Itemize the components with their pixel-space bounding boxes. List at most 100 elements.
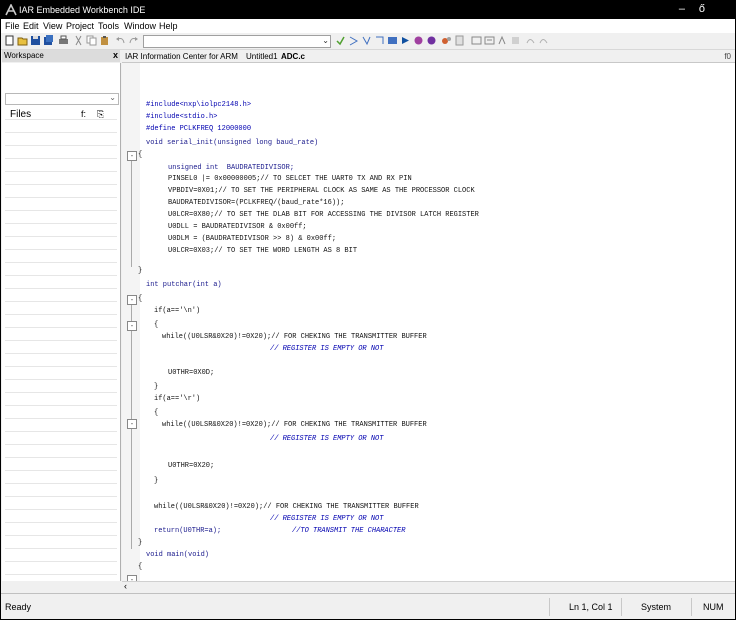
chevron-down-icon[interactable]: ⌄ [322, 36, 329, 45]
open-folder-icon[interactable] [17, 35, 28, 46]
compile-icon[interactable] [387, 35, 398, 46]
minimize-button[interactable]: – [679, 3, 685, 15]
code-line: } [154, 477, 159, 485]
function-navigator[interactable]: f0 [724, 52, 731, 61]
new-file-icon[interactable] [4, 35, 15, 46]
workspace-config-dropdown[interactable]: ⌄ [5, 93, 119, 105]
find-combo[interactable]: ⌄ [143, 35, 331, 48]
undo-icon[interactable] [115, 35, 126, 46]
toggle-breakpoint-icon[interactable] [471, 35, 482, 46]
code-line: { [138, 151, 143, 159]
iar-app-icon [5, 4, 17, 16]
code-line: { [154, 321, 159, 329]
code-line: { [154, 409, 159, 417]
code-line: // REGISTER IS EMPTY OR NOT [270, 515, 384, 523]
status-divider [621, 598, 622, 616]
code-line: while((U0LSR&0X20)!=0X20);// FOR CHEKING… [162, 421, 427, 429]
debug-icon[interactable] [413, 35, 424, 46]
code-line: U0THR=0X0D; [168, 369, 215, 377]
code-line: #define PCLKFREQ 12000000 [146, 125, 252, 133]
menu-bar: File Edit View Project Tools Window Help [1, 19, 735, 33]
stop-build-icon[interactable] [441, 35, 452, 46]
workspace-close-icon[interactable]: x [113, 50, 118, 60]
debug-no-download-icon[interactable] [426, 35, 437, 46]
tab-untitled1[interactable]: Untitled1 [246, 52, 278, 61]
code-line: } [138, 267, 143, 275]
status-num: NUM [703, 602, 724, 612]
paste-icon[interactable] [99, 35, 110, 46]
status-system: System [641, 602, 672, 612]
code-line: void main(void) [146, 551, 210, 559]
status-divider [691, 598, 692, 616]
scroll-left-icon[interactable]: ‹ [124, 581, 127, 591]
menu-project[interactable]: Project [66, 21, 94, 31]
make-icon[interactable] [400, 35, 411, 46]
goto-icon[interactable] [374, 35, 385, 46]
workspace-title: Workspace [4, 51, 44, 60]
toggle-bookmark-icon[interactable] [335, 35, 346, 46]
menu-window[interactable]: Window [124, 21, 156, 31]
print-icon[interactable] [58, 35, 69, 46]
tab-adc-c[interactable]: ADC.c [281, 52, 305, 61]
window-title: IAR Embedded Workbench IDE [19, 5, 146, 15]
cut-icon[interactable] [73, 35, 84, 46]
code-line: { [138, 295, 143, 303]
code-editor[interactable]: - - - - - #include<nxp\iolpc2148.h> #inc… [122, 63, 735, 585]
code-line: return(U0THR=a); [154, 527, 222, 535]
workspace-header: Workspace x [2, 50, 120, 62]
code-line: U0LCR=0X80;// TO SET THE DLAB BIT FOR AC… [168, 211, 479, 219]
code-line: U0DLL = BAUDRATEDIVISOR & 0x00ff; [168, 223, 307, 231]
build-status-icon: f: [81, 109, 87, 119]
menu-tools[interactable]: Tools [98, 21, 119, 31]
files-column-header: Files [10, 109, 32, 120]
status-bar: Ready Ln 1, Col 1 System NUM [1, 593, 735, 619]
menu-file[interactable]: File [5, 21, 20, 31]
code-line: while((U0LSR&0X20)!=0X20);// FOR CHEKING… [162, 333, 427, 341]
code-line: //TO TRANSMIT THE CHARACTER [292, 527, 406, 535]
status-divider [549, 598, 550, 616]
code-line: PINSEL0 |= 0x00000005;// TO SELCET THE U… [168, 175, 412, 183]
code-line: if(a=='\r') [154, 395, 201, 403]
next-bookmark-icon[interactable] [348, 35, 359, 46]
menu-view[interactable]: View [43, 21, 62, 31]
code-line: { [138, 563, 143, 571]
status-ready: Ready [5, 602, 32, 612]
code-line: void serial_init(unsigned long baud_rate… [146, 139, 319, 147]
code-line: U0THR=0X20; [168, 462, 215, 470]
menu-edit[interactable]: Edit [23, 21, 39, 31]
status-position: Ln 1, Col 1 [569, 602, 613, 612]
code-line: #include<nxp\iolpc2148.h> [146, 101, 252, 109]
prev-bookmark-icon[interactable] [361, 35, 372, 46]
save-icon[interactable] [30, 35, 41, 46]
ide-window: IAR Embedded Workbench IDE – ő File Edit… [0, 0, 736, 620]
workspace-file-tree[interactable]: Files f: ⎘ [5, 107, 117, 577]
restore-button[interactable]: ő [699, 3, 705, 15]
code-lines[interactable]: #include<nxp\iolpc2148.h> #include<stdio… [122, 63, 735, 581]
editor-tab-bar: IAR Information Center for ARM Untitled1… [122, 50, 735, 63]
code-line: } [138, 539, 143, 547]
workspace-panel: ⌄ Files f: ⎘ [2, 63, 121, 581]
breakpoint-icon[interactable] [454, 35, 465, 46]
step-over-icon[interactable] [525, 35, 536, 46]
code-line: #include<stdio.h> [146, 113, 218, 121]
code-line: while((U0LSR&0X20)!=0X20);// FOR CHEKING… [154, 503, 419, 511]
code-line: U0LCR=0X03;// TO SET THE WORD LENGTH AS … [168, 247, 358, 255]
code-line: int putchar(int a) [146, 281, 222, 289]
code-line: } [154, 383, 159, 391]
code-line: // REGISTER IS EMPTY OR NOT [270, 435, 384, 443]
save-all-icon[interactable] [43, 35, 54, 46]
step-out-icon[interactable] [538, 35, 549, 46]
redo-icon[interactable] [128, 35, 139, 46]
code-line: // REGISTER IS EMPTY OR NOT [270, 345, 384, 353]
options-icon: ⎘ [97, 109, 105, 119]
step-icon[interactable] [510, 35, 521, 46]
horizontal-scrollbar[interactable]: ‹ [122, 581, 735, 593]
go-icon[interactable] [497, 35, 508, 46]
code-line: if(a=='\n') [154, 307, 201, 315]
tab-information-center[interactable]: IAR Information Center for ARM [125, 52, 238, 61]
copy-icon[interactable] [86, 35, 97, 46]
title-bar: IAR Embedded Workbench IDE – ő [1, 1, 735, 19]
enable-breakpoint-icon[interactable] [484, 35, 495, 46]
chevron-down-icon[interactable]: ⌄ [109, 93, 116, 102]
menu-help[interactable]: Help [159, 21, 178, 31]
